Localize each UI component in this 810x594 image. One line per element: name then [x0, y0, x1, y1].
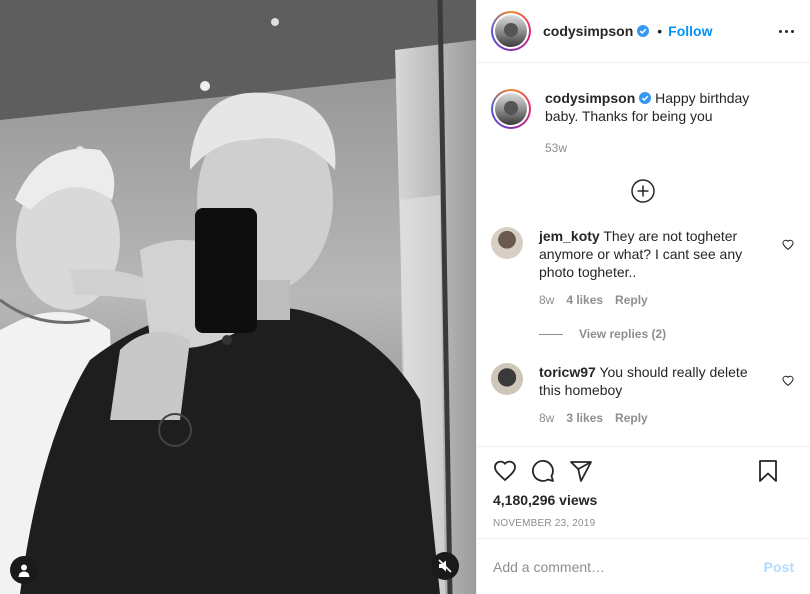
post-photo [0, 0, 476, 594]
comment-icon [532, 460, 554, 482]
heart-icon[interactable] [782, 239, 794, 251]
follow-button[interactable]: Follow [668, 23, 712, 39]
mute-icon [438, 559, 452, 573]
comment-timestamp[interactable]: 8w [539, 293, 554, 307]
avatar[interactable] [491, 89, 531, 129]
comment-likes[interactable]: 3 likes [566, 411, 603, 425]
avatar[interactable] [491, 227, 523, 259]
comment-input[interactable]: Add a comment… [493, 559, 764, 575]
view-replies-label: View replies (2) [579, 327, 667, 341]
comment-timestamp[interactable]: 8w [539, 411, 554, 425]
more-options-icon[interactable] [779, 29, 794, 33]
like-button[interactable] [493, 459, 517, 483]
heart-icon[interactable] [782, 375, 794, 387]
post-modal: codysimpson • Follow codysimpson Happy b… [0, 0, 810, 594]
post-media[interactable] [0, 0, 476, 594]
comments-list[interactable]: codysimpson Happy birthday baby. Thanks … [477, 64, 810, 446]
tagged-users-button[interactable] [10, 556, 38, 584]
reply-button[interactable]: Reply [615, 293, 648, 307]
verified-badge-icon [637, 25, 650, 37]
post-details-panel: codysimpson • Follow codysimpson Happy b… [476, 0, 810, 594]
reply-button[interactable]: Reply [615, 411, 648, 425]
separator-dot: • [657, 23, 663, 39]
heart-icon [494, 460, 516, 482]
load-more-icon [630, 179, 655, 203]
comment-username[interactable]: toricw97 [539, 364, 596, 380]
caption-timestamp[interactable]: 53w [545, 141, 794, 155]
view-replies-button[interactable]: View replies (2) [539, 327, 794, 341]
comment-meta: 8w 3 likes Reply [539, 411, 794, 425]
comment-item: toricw97 You should really delete this h… [491, 363, 794, 399]
avatar[interactable] [491, 11, 531, 51]
post-caption: codysimpson Happy birthday baby. Thanks … [491, 89, 794, 129]
save-button[interactable] [756, 459, 780, 483]
load-more-comments-button[interactable] [491, 179, 794, 203]
user-tag-icon [18, 564, 30, 577]
author-username[interactable]: codysimpson [543, 23, 633, 39]
share-icon [570, 461, 592, 482]
comment-likes[interactable]: 4 likes [566, 293, 603, 307]
post-date[interactable]: NOVEMBER 23, 2019 [493, 518, 794, 529]
bookmark-icon [759, 460, 777, 482]
share-button[interactable] [569, 459, 593, 483]
verified-badge-icon [639, 92, 652, 104]
post-comment-button[interactable]: Post [764, 559, 794, 575]
caption-username[interactable]: codysimpson [545, 90, 635, 106]
comment-button[interactable] [531, 459, 555, 483]
comment-username[interactable]: jem_koty [539, 228, 600, 244]
post-header: codysimpson • Follow [477, 0, 810, 63]
add-comment-bar: Add a comment… Post [477, 538, 810, 594]
avatar[interactable] [491, 363, 523, 395]
post-actions: 4,180,296 views NOVEMBER 23, 2019 [477, 446, 810, 529]
mute-button[interactable] [431, 552, 459, 580]
view-count[interactable]: 4,180,296 views [493, 492, 794, 508]
comment-item: jem_koty They are not togheter anymore o… [491, 227, 794, 281]
comment-meta: 8w 4 likes Reply [539, 293, 794, 307]
